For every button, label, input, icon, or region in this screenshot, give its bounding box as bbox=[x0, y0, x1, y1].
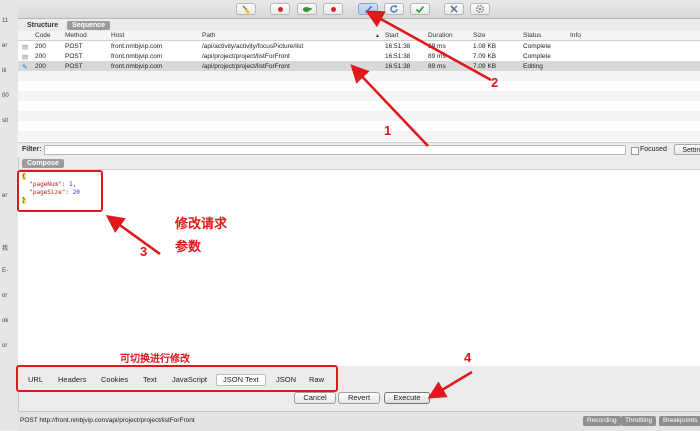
annotation-number-2: 2 bbox=[491, 75, 499, 90]
annotation-arrows bbox=[105, 10, 492, 399]
arrow-3 bbox=[105, 214, 161, 256]
annotation-number-3: 3 bbox=[140, 244, 148, 259]
arrow-4 bbox=[427, 370, 473, 399]
annotation-number-1: 1 bbox=[384, 123, 392, 138]
annotation-modify-line2: 参数 bbox=[175, 239, 202, 254]
annotation-switch-hint: 可切换进行修改 bbox=[120, 354, 190, 365]
arrow-2 bbox=[365, 10, 492, 82]
annotation-number-4: 4 bbox=[464, 350, 472, 365]
annotation-modify-line1: 修改请求 bbox=[175, 216, 228, 231]
